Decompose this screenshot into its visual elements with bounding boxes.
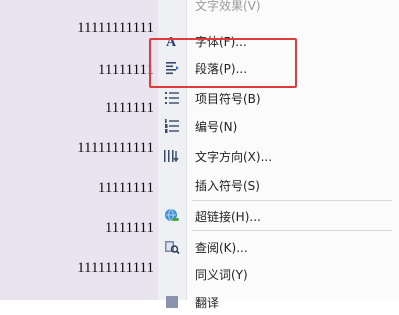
menu-item-label: 项目符号(B) <box>195 91 261 106</box>
menu-item-text-direction[interactable]: 文字方向(X)... <box>158 143 399 169</box>
insert-symbol-icon-placeholder <box>158 172 186 198</box>
document-line: 11111111 <box>97 180 154 196</box>
menu-item-synonyms[interactable]: 同义词(Y) <box>158 261 399 287</box>
menu-item-label: 插入符号(S) <box>195 178 260 193</box>
menu-separator <box>192 200 392 201</box>
menu-item-text-effect[interactable]: 文字效果(V) <box>158 0 399 18</box>
hyperlink-icon <box>158 203 186 229</box>
document-area[interactable]: 11111111111 11111111 1111111 11111111111… <box>0 0 159 300</box>
menu-item-insert-symbol[interactable]: 插入符号(S) <box>158 172 399 198</box>
menu-item-hyperlink[interactable]: 超链接(H)... <box>158 203 399 229</box>
menu-item-label: 文字方向(X)... <box>195 149 273 164</box>
document-line: 11111111111 <box>77 260 154 276</box>
menu-item-label: 超链接(H)... <box>195 209 261 224</box>
document-line: 11111111111 <box>77 140 154 156</box>
menu-item-numbering[interactable]: 编号(N) <box>158 113 399 139</box>
text-effect-icon <box>158 0 186 18</box>
menu-item-label: 同义词(Y) <box>195 267 248 282</box>
menu-separator <box>192 230 392 231</box>
numbering-icon <box>158 113 186 139</box>
document-line: 1111111 <box>104 100 154 116</box>
text-direction-icon <box>158 143 186 169</box>
menu-item-label: 文字效果(V) <box>195 0 261 13</box>
highlight-box <box>149 38 297 88</box>
menu-item-bullets[interactable]: 项目符号(B) <box>158 85 399 111</box>
synonyms-icon-placeholder <box>158 261 186 287</box>
document-line: 11111111 <box>97 62 154 78</box>
menu-item-label: 翻译 <box>195 295 220 310</box>
menu-item-translate[interactable]: 翻译 <box>158 289 399 315</box>
document-line: 11111111111 <box>77 20 154 36</box>
menu-item-lookup[interactable]: 查阅(K)... <box>158 234 399 260</box>
menu-item-label: 查阅(K)... <box>195 240 248 255</box>
bullets-icon <box>158 85 186 111</box>
menu-item-label: 编号(N) <box>195 119 238 134</box>
lookup-icon <box>158 234 186 260</box>
translate-icon <box>158 289 186 315</box>
document-line: 1111111 <box>104 220 154 236</box>
